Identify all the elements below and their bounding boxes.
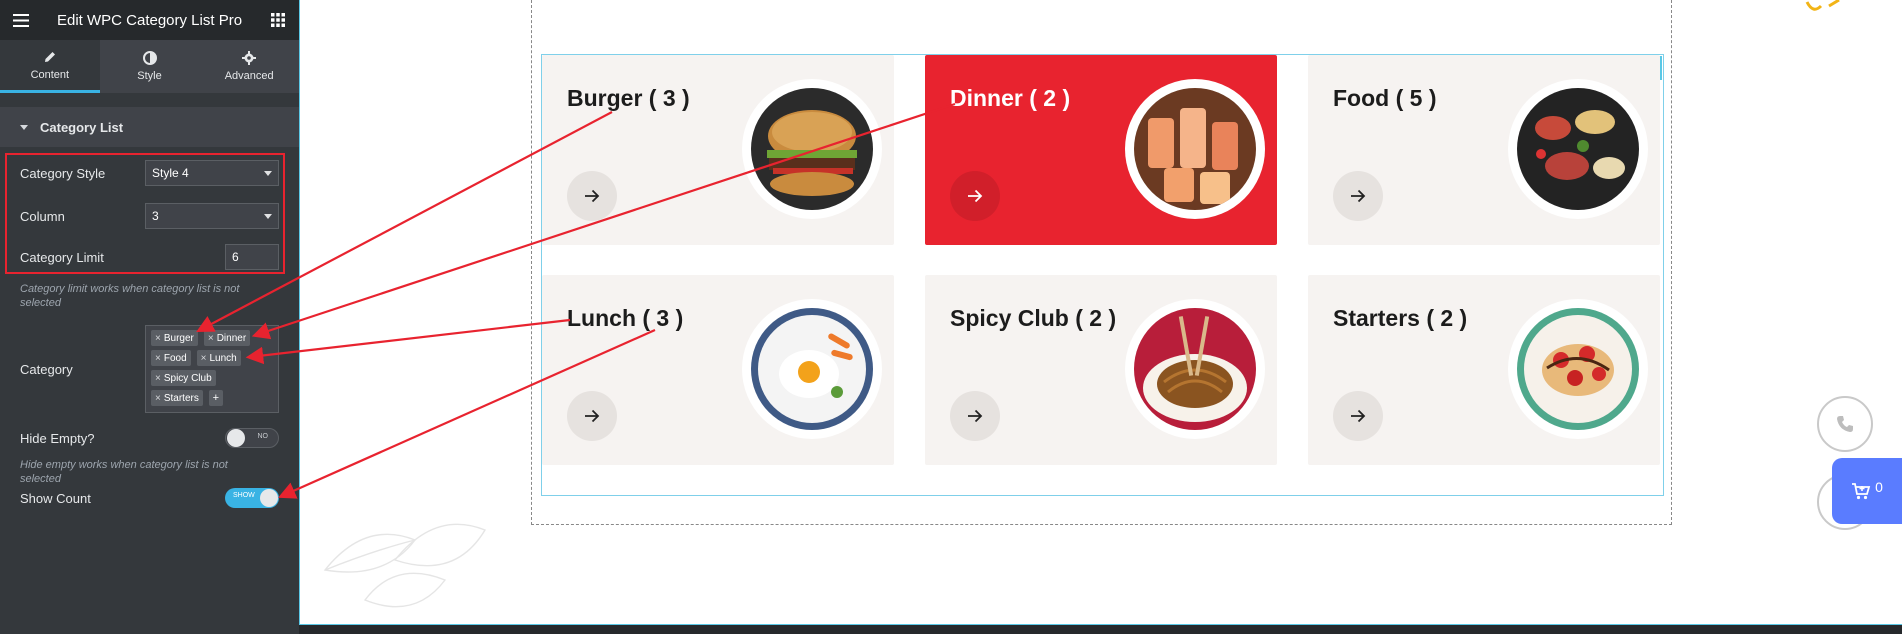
hide-empty-help: Hide empty works when category list is n… [20,459,228,485]
category-label: Category [20,361,73,377]
arrow-right-icon [1351,409,1366,423]
gear-icon [242,51,257,65]
card-title: Lunch ( 3 ) [567,305,684,331]
chip-dinner[interactable]: × Dinner [203,330,251,346]
chip-spicy-club[interactable]: × Spicy Club [151,370,216,386]
decorative-leaf-icon [323,523,487,608]
panel-title: Edit WPC Category List Pro [56,11,243,29]
category-limit-help: Category limit works when category list … [20,283,240,309]
chip-lunch[interactable]: × Lunch [196,350,241,366]
category-card-starters[interactable]: Starters ( 2 ) [1308,275,1660,465]
tab-style-label: Style [137,70,162,82]
control-show-count: Show Count SHOW [20,488,279,508]
bottom-bar [299,625,1902,634]
arrow-right-button[interactable] [567,171,617,221]
card-title: Dinner ( 2 ) [950,85,1071,111]
burger-photo [742,79,882,219]
remove-icon[interactable]: × [208,333,214,344]
hamburger-menu-icon[interactable] [12,11,30,29]
panel-tabs: Content Style Advanced [0,40,299,93]
noodles-photo [1125,299,1265,439]
tab-content-label: Content [30,68,70,81]
cart-count: 0 [1875,479,1883,495]
remove-icon[interactable]: × [201,353,207,364]
hide-empty-toggle[interactable]: NO [225,428,279,448]
arrow-right-button[interactable] [950,391,1000,441]
remove-icon[interactable]: × [155,333,161,344]
panel-header: Edit WPC Category List Pro [0,0,299,40]
phone-button[interactable] [1817,396,1873,452]
fried-egg-photo [742,299,882,439]
cart-button[interactable]: 0 [1832,458,1902,524]
show-count-label: Show Count [20,490,91,506]
category-card-dinner[interactable]: Dinner ( 2 ) [925,55,1277,245]
cocktails-photo [1125,79,1265,219]
control-hide-empty: Hide Empty? NO [20,428,279,448]
card-title: Food ( 5 ) [1333,85,1437,111]
toggle-state-label: NO [257,433,269,440]
editor-panel: Edit WPC Category List Pro Content Style… [0,0,299,634]
category-card-spicy-club[interactable]: Spicy Club ( 2 ) [925,275,1277,465]
remove-icon[interactable]: × [155,353,161,364]
chip-label: Starters [163,392,199,404]
chip-label: Lunch [209,352,237,364]
arrow-right-icon [585,189,600,203]
crepe-photo [1508,299,1648,439]
tab-style[interactable]: Style [100,40,200,93]
chip-food[interactable]: × Food [151,350,191,366]
arrow-right-button[interactable] [567,391,617,441]
chip-label: Food [163,352,187,364]
remove-icon[interactable]: × [155,373,161,384]
widgets-grid-icon[interactable] [269,11,287,29]
half-circle-icon [142,51,157,65]
card-title: Spicy Club ( 2 ) [950,305,1117,331]
remove-icon[interactable]: × [155,393,161,404]
card-title: Burger ( 3 ) [567,85,690,111]
toggle-state-label: SHOW [233,492,255,499]
chip-starters[interactable]: × Starters [151,390,203,406]
section-category-list[interactable]: Category List [0,107,299,147]
arrow-right-icon [968,409,983,423]
card-title: Starters ( 2 ) [1333,305,1468,331]
chip-label: Burger [163,332,194,344]
section-title-label: Category List [40,119,124,135]
show-count-toggle[interactable]: SHOW [225,488,279,508]
arrow-right-icon [1351,189,1366,203]
phone-icon [1837,416,1853,432]
add-category-button[interactable]: + [208,390,223,406]
chip-burger[interactable]: × Burger [151,330,198,346]
arrow-right-button[interactable] [1333,391,1383,441]
arrow-right-icon [585,409,600,423]
category-card-lunch[interactable]: Lunch ( 3 ) [542,275,894,465]
caret-down-icon [20,124,28,130]
chip-label: Spicy Club [163,372,212,384]
arrow-right-icon [968,189,983,203]
tab-advanced[interactable]: Advanced [199,40,299,93]
pencil-icon [44,51,55,62]
category-card-food[interactable]: Food ( 5 ) [1308,55,1660,245]
highlight-box [5,153,285,274]
category-card-burger[interactable]: Burger ( 3 ) [542,55,894,245]
tab-content[interactable]: Content [0,40,100,93]
arrow-right-button[interactable] [1333,171,1383,221]
cart-plus-icon [1852,483,1871,500]
platter-photo [1508,79,1648,219]
category-multiselect[interactable]: × Burger × Dinner × Food × Lunch × Spicy Club… [145,325,279,413]
decorative-swirl-icon [1805,0,1840,11]
chip-label: Dinner [216,332,247,344]
tab-advanced-label: Advanced [224,70,274,82]
control-category: Category × Burger × Dinner × Food × Lunch × S… [20,325,279,413]
arrow-right-button[interactable] [950,171,1000,221]
toggle-knob [260,489,278,507]
hide-empty-label: Hide Empty? [20,430,95,446]
toggle-knob [227,429,245,447]
